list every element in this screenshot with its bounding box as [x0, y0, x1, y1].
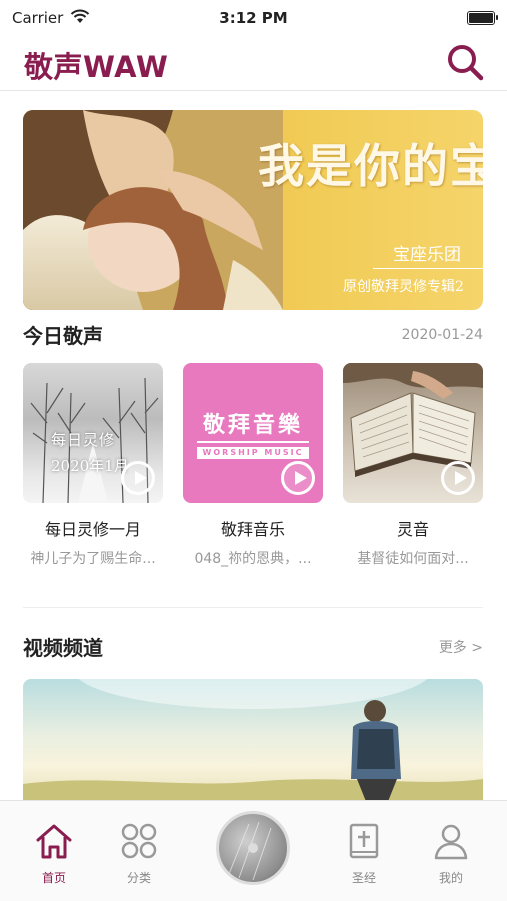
card-overlay-subtitle: WORSHIP MUSIC — [197, 447, 309, 459]
banner-subtitle: 原创敬拜灵修专辑2 — [343, 279, 464, 295]
app-header: 敬声WAW — [0, 36, 507, 91]
card-overlay-line1: 每日灵修 — [51, 431, 116, 449]
video-section-title: 视频频道 — [23, 636, 103, 660]
today-date: 2020-01-24 — [401, 327, 483, 343]
tab-category[interactable]: 分类 — [99, 801, 179, 886]
card-thumbnail — [343, 363, 483, 503]
banner-divider — [373, 268, 483, 269]
hiker-image — [23, 679, 483, 804]
now-playing-disc[interactable] — [216, 811, 290, 885]
card-spirit-sound[interactable]: 灵音 基督徒如何面对... — [343, 363, 483, 568]
search-icon[interactable] — [445, 42, 485, 82]
card-description: 048_祢的恩典，... — [194, 551, 312, 567]
tab-label: 我的 — [438, 871, 463, 885]
battery-icon — [467, 11, 498, 25]
card-thumbnail: 每日灵修 2020年1月 — [23, 363, 163, 503]
category-icon — [121, 823, 157, 859]
section-divider — [23, 607, 483, 608]
tab-home[interactable]: 首页 — [14, 801, 94, 886]
banner-artwork — [23, 110, 283, 310]
card-title: 敬拜音乐 — [220, 520, 285, 539]
app-title: 敬声WAW — [24, 50, 169, 84]
banner-headline: 我是你的宝 — [258, 139, 483, 193]
card-worship-music[interactable]: 敬拜音樂 WORSHIP MUSIC 敬拜音乐 048_祢的恩典，... — [183, 363, 323, 568]
card-description: 神儿子为了赐生命... — [30, 551, 156, 567]
tab-bible[interactable]: 圣经 — [324, 801, 404, 886]
tab-label: 首页 — [41, 871, 66, 885]
video-more-link[interactable]: 更多 > — [439, 637, 483, 657]
card-overlay-title: 敬拜音樂 — [202, 412, 303, 438]
card-description: 基督徒如何面对... — [357, 551, 469, 567]
disc-artwork — [228, 821, 272, 881]
play-icon[interactable] — [121, 461, 155, 495]
card-title: 每日灵修一月 — [44, 520, 141, 539]
clock: 3:12 PM — [219, 9, 288, 27]
play-icon[interactable] — [281, 461, 315, 495]
status-bar: Carrier 3:12 PM — [0, 0, 507, 36]
tab-label: 分类 — [126, 871, 151, 885]
play-icon[interactable] — [441, 461, 475, 495]
tab-profile[interactable]: 我的 — [411, 801, 491, 886]
tab-label: 圣经 — [351, 871, 376, 885]
profile-icon — [434, 824, 468, 860]
card-daily-devotion[interactable]: 每日灵修 2020年1月 每日灵修一月 神儿子为了赐生命... — [23, 363, 163, 568]
card-overlay-line2: 2020年1月 — [51, 457, 129, 475]
card-thumbnail: 敬拜音樂 WORSHIP MUSIC — [183, 363, 323, 503]
video-banner[interactable] — [23, 679, 483, 804]
bible-icon — [349, 823, 379, 859]
card-overlay-rule — [197, 441, 309, 443]
card-title: 灵音 — [396, 520, 429, 539]
hero-banner[interactable]: 我是你的宝 宝座乐团 原创敬拜灵修专辑2 — [23, 110, 483, 310]
today-section-title: 今日敬声 — [23, 324, 103, 348]
banner-band: 宝座乐团 — [393, 245, 461, 265]
home-icon — [36, 824, 72, 859]
